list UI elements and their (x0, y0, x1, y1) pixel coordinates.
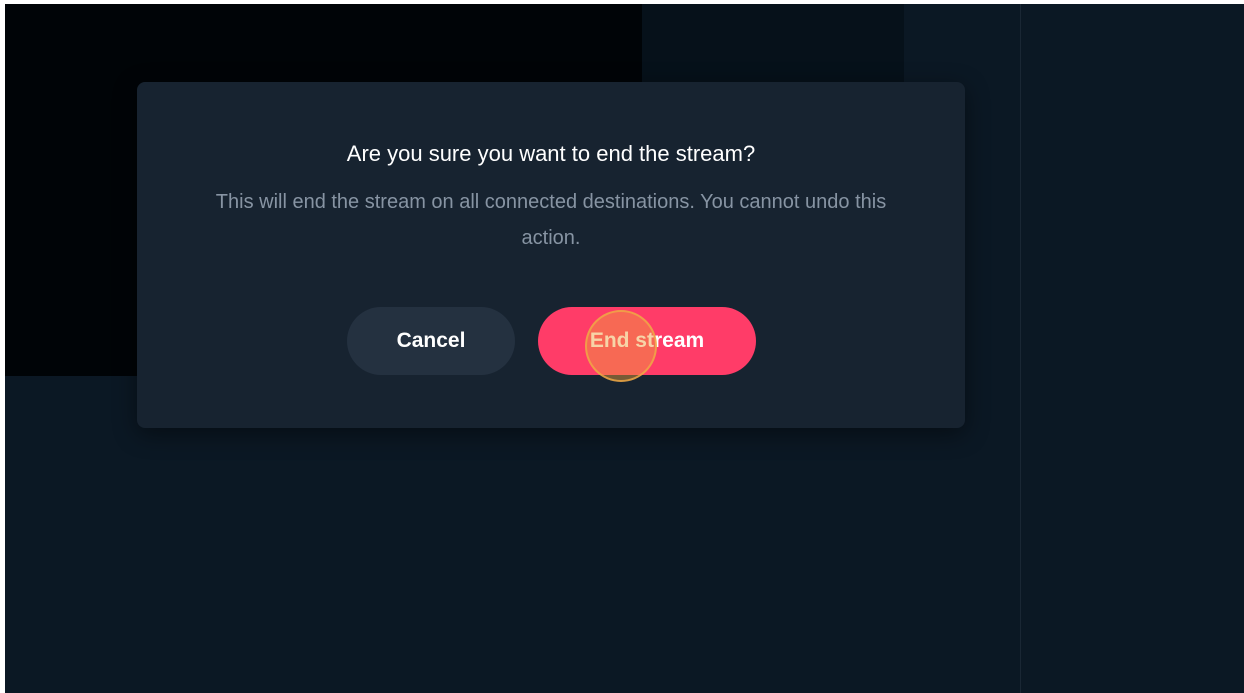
end-stream-dialog: Are you sure you want to end the stream?… (137, 82, 965, 428)
studio-app: Are you sure you want to end the stream?… (5, 4, 1244, 693)
dialog-title: Are you sure you want to end the stream? (346, 141, 756, 166)
cancel-button[interactable]: Cancel (347, 307, 515, 375)
side-panel (1020, 4, 1244, 693)
dialog-description: This will end the stream on all connecte… (215, 191, 887, 249)
end-stream-button[interactable]: End stream (538, 307, 756, 375)
